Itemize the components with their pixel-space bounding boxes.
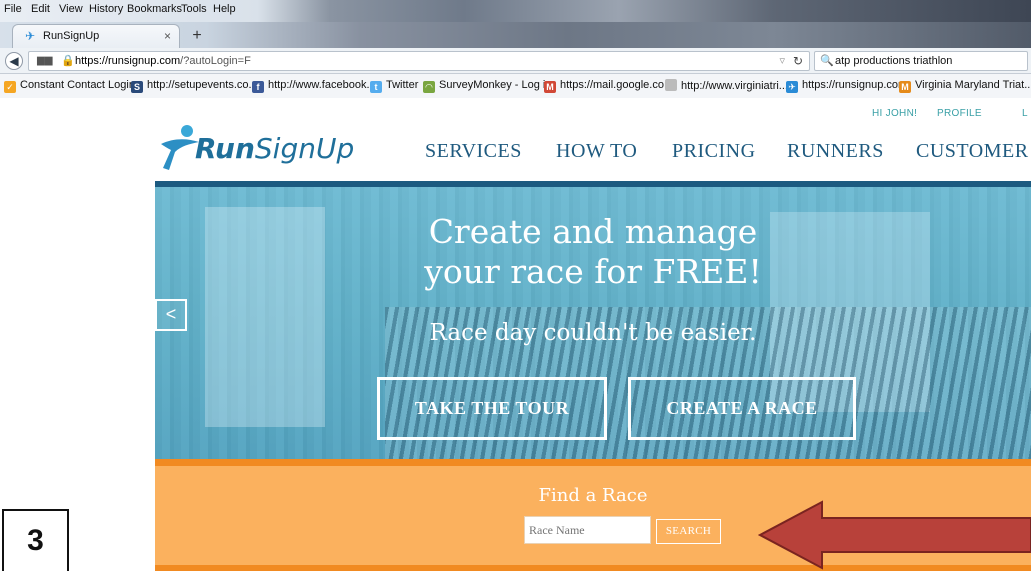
bookmark-gmail[interactable]: Mhttps://mail.google.co...	[544, 79, 673, 93]
search-query: atp productions triathlon	[835, 55, 953, 67]
bookmark-setupevents[interactable]: Shttp://setupevents.co...	[131, 79, 258, 93]
vmt-icon: M	[899, 81, 911, 93]
url-host: https://runsignup.com	[75, 55, 181, 67]
url-text: https://runsignup.com/?autoLogin=F	[75, 55, 251, 67]
menu-tools[interactable]: Tools	[181, 3, 207, 15]
tab-title: RunSignUp	[43, 30, 100, 42]
nav-customers[interactable]: CUSTOMER	[916, 140, 1029, 163]
browser-chrome: File Edit View History Bookmarks Tools H…	[0, 0, 1031, 98]
race-name-input[interactable]	[524, 516, 651, 544]
twitter-icon: t	[370, 81, 382, 93]
greeting-text: HI JOHN!	[872, 108, 918, 119]
profile-link[interactable]: PROFILE	[937, 108, 982, 119]
bookmark-label: http://www.virginiatri...	[681, 80, 788, 92]
tab-close-icon[interactable]: ×	[164, 29, 171, 43]
bookmarks-toolbar: ✓ Constant Contact Login Shttp://setupeve…	[0, 74, 1031, 98]
nav-runners[interactable]: RUNNERS	[787, 140, 884, 163]
url-path: /?autoLogin=F	[180, 55, 251, 67]
logo-text-signup: SignUp	[254, 132, 355, 165]
gmail-icon: M	[544, 81, 556, 93]
facebook-icon: f	[252, 81, 264, 93]
contact-icon: ✓	[4, 81, 16, 93]
bookmark-vmt[interactable]: M Virginia Maryland Triat...	[899, 79, 1031, 93]
search-bar[interactable]: 🔍 atp productions triathlon	[814, 51, 1028, 71]
hero-title-line-1: Create and manage	[428, 212, 758, 251]
create-a-race-button[interactable]: CREATE A RACE	[628, 377, 856, 440]
menu-history[interactable]: History	[89, 3, 123, 15]
carousel-prev-button[interactable]: <	[155, 299, 187, 331]
bookmark-label: http://setupevents.co...	[147, 79, 258, 91]
menu-bar: File Edit View History Bookmarks Tools H…	[0, 0, 1031, 22]
logo-text: RunSignUp	[195, 132, 354, 165]
search-button[interactable]: SEARCH	[656, 519, 721, 544]
menu-file[interactable]: File	[4, 3, 22, 15]
search-icon: 🔍	[820, 55, 834, 67]
tab-runsignup[interactable]: ✈ RunSignUp ×	[12, 24, 180, 48]
new-tab-button[interactable]: +	[186, 27, 208, 45]
bookmark-constant-contact[interactable]: ✓ Constant Contact Login	[4, 79, 135, 93]
menu-help[interactable]: Help	[213, 3, 236, 15]
annotation-arrow-icon	[758, 500, 1031, 570]
logo-text-run: Run	[195, 132, 255, 165]
menu-edit[interactable]: Edit	[31, 3, 50, 15]
hero-subtitle: Race day couldn't be easier.	[429, 320, 757, 346]
bookmark-label: http://www.facebook....	[268, 79, 379, 91]
runsignup-logo[interactable]: RunSignUp	[155, 122, 375, 174]
address-bar[interactable]: ▆▆ 🔒 https://runsignup.com/?autoLogin=F …	[28, 51, 810, 71]
bookmark-label: Twitter	[386, 79, 419, 91]
bookmark-virginiatri[interactable]: http://www.virginiatri...	[665, 79, 788, 92]
reload-icon[interactable]: ↻	[793, 54, 803, 68]
take-the-tour-button[interactable]: TAKE THE TOUR	[377, 377, 607, 440]
find-bar-top-border	[155, 459, 1031, 466]
bookmark-label: Virginia Maryland Triat...	[915, 79, 1031, 91]
hero-title-line-2: your race for FREE!	[424, 252, 762, 291]
lock-icon: 🔒	[61, 55, 75, 67]
bookmark-facebook[interactable]: f http://www.facebook....	[252, 79, 379, 93]
menu-view[interactable]: View	[59, 3, 83, 15]
bookmark-runsignup[interactable]: ✈ https://runsignup.com	[786, 79, 907, 93]
bookmark-surveymonkey[interactable]: ◠ SurveyMonkey - Log in	[423, 79, 552, 93]
runsignup-favicon-icon: ✈	[25, 29, 36, 43]
menu-bookmarks[interactable]: Bookmarks	[127, 3, 182, 15]
nav-pricing[interactable]: PRICING	[672, 140, 756, 163]
bookmark-label: SurveyMonkey - Log in	[439, 79, 552, 91]
surveymonkey-icon: ◠	[423, 81, 435, 93]
bookmark-label: https://mail.google.co...	[560, 79, 674, 91]
nav-services[interactable]: SERVICES	[425, 140, 522, 163]
bookmark-label: Constant Contact Login	[20, 79, 135, 91]
hero-title: Create and manage your race for FREE!	[155, 212, 1031, 292]
bookmark-label: https://runsignup.com	[802, 79, 908, 91]
logout-link[interactable]: L	[1022, 108, 1028, 119]
dropdown-chevron-icon[interactable]: ▿	[779, 54, 785, 67]
nav-how-to[interactable]: HOW TO	[556, 140, 637, 163]
page-icon	[665, 79, 677, 91]
runsignup-icon: ✈	[786, 81, 798, 93]
bookmark-twitter[interactable]: t Twitter	[370, 79, 418, 93]
setup-icon: S	[131, 81, 143, 93]
step-number-badge: 3	[2, 509, 69, 571]
hero-banner: Create and manage your race for FREE! Ra…	[155, 187, 1031, 459]
back-arrow-icon[interactable]: ◀	[5, 52, 23, 70]
site-identity-icon[interactable]: ▆▆	[37, 55, 52, 66]
